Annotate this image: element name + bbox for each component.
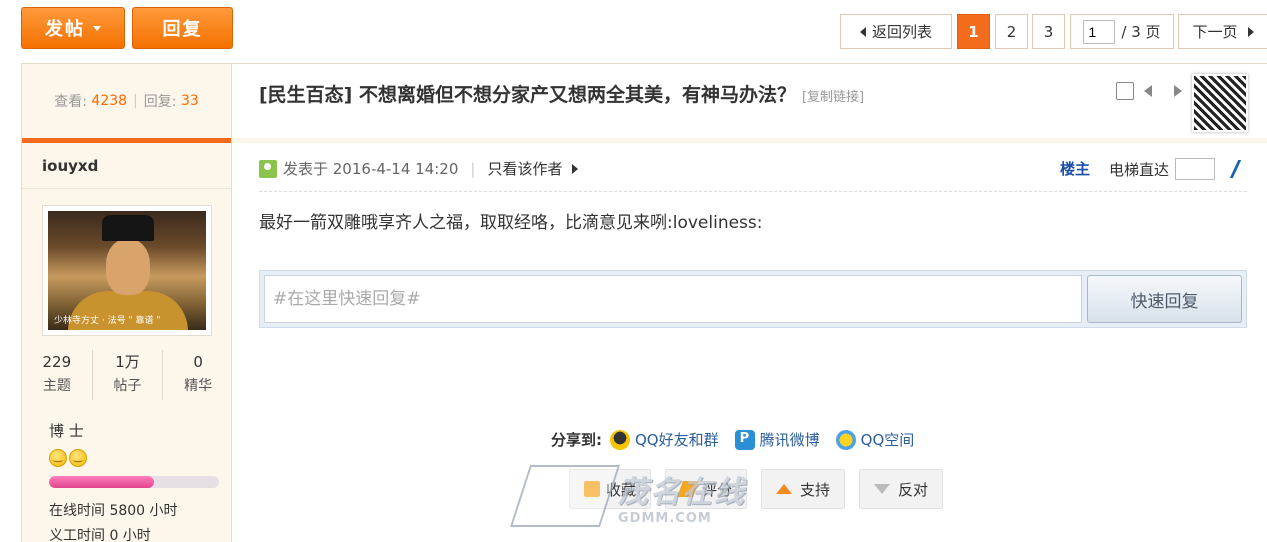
thread-tools (1116, 82, 1186, 100)
author-name[interactable]: iouyxd (22, 143, 231, 189)
quick-reply-button[interactable]: 快速回复 (1087, 275, 1242, 323)
smiley-icon: ‿ (69, 449, 87, 467)
back-to-list-button[interactable]: 返回列表 (840, 14, 952, 49)
post-main: [民生百态] 不想离婚但不想分家产又想两全其美，有神马办法？ [复制链接] 发表于… (232, 63, 1267, 542)
thumb-down-arrow-icon (874, 484, 891, 494)
chevron-down-icon (93, 25, 101, 31)
post-meta: 发表于 2016-4-14 14:20 | 只看该作者 (259, 158, 579, 179)
stat-topics[interactable]: 229 主题 (22, 350, 92, 400)
page-2-button[interactable]: 2 (995, 14, 1028, 49)
arrow-right-icon (572, 163, 579, 174)
prev-thread-icon[interactable] (1142, 82, 1160, 100)
oppose-button[interactable]: 反对 (859, 469, 944, 509)
print-icon[interactable] (1116, 82, 1134, 100)
copy-link[interactable]: [复制链接] (802, 90, 864, 105)
volunteer-time: 义工时间 0 小时 (49, 528, 151, 542)
qq-penguin-icon (610, 429, 630, 450)
rank-progress-bar (49, 476, 219, 488)
stat-digest[interactable]: 0 精华 (162, 350, 233, 400)
thread-header: [民生百态] 不想离婚但不想分家产又想两全其美，有神马办法？ [复制链接] (232, 63, 1267, 138)
views-count: 4238 (91, 93, 128, 109)
watermark-logo-icon (509, 465, 621, 527)
share-tencent-weibo[interactable]: 腾讯微博 (734, 429, 820, 450)
arrow-right-icon (1247, 26, 1254, 37)
stat-posts[interactable]: 1万 帖子 (91, 350, 163, 400)
page-jump: / 3 页 (1070, 14, 1174, 49)
page-3-button[interactable]: 3 (1032, 14, 1065, 49)
floor-label: 楼主 (1060, 160, 1091, 178)
floor-jump: 电梯直达 (1109, 158, 1242, 180)
avatar-image: 少林寺方丈 · 法号 " 靠谱 " (48, 211, 206, 330)
user-rank: 博 士 (49, 422, 84, 440)
share-bar: 分享到: QQ好友和群 腾讯微博 QQ空间 (551, 429, 930, 450)
online-status-icon (259, 159, 277, 178)
quick-reply-input[interactable]: #在这里快速回复# (264, 275, 1082, 323)
thread-title: [民生百态] 不想离婚但不想分家产又想两全其美，有神马办法？ [复制链接] (259, 84, 865, 106)
quick-reply-box: #在这里快速回复# 快速回复 (259, 270, 1247, 328)
replies-count: 33 (180, 93, 199, 109)
thread-stats: 查看: 4238 | 回复: 33 (22, 63, 231, 138)
reply-button[interactable]: 回复 (132, 7, 233, 49)
share-qq-friends[interactable]: QQ好友和群 (610, 429, 719, 450)
post-button[interactable]: 发帖 (21, 7, 125, 49)
floor-jump-input[interactable] (1175, 158, 1216, 180)
arrow-left-icon (859, 26, 866, 37)
support-button[interactable]: 支持 (761, 469, 846, 509)
next-thread-icon[interactable] (1168, 82, 1186, 100)
page-jump-input[interactable] (1083, 19, 1116, 44)
post-body: 最好一箭双雕哦享齐人之福，取取经咯，比滴意见来咧:loveliness: (259, 213, 763, 233)
next-page-button[interactable]: 下一页 (1178, 14, 1267, 49)
avatar[interactable]: 少林寺方丈 · 法号 " 靠谱 " (42, 205, 212, 336)
site-watermark: 茂名在线 GDMM.COM (509, 465, 746, 527)
smiley-icon: ‿ (49, 449, 67, 467)
page-1-button[interactable]: 1 (957, 14, 990, 49)
avatar-caption: 少林寺方丈 · 法号 " 靠谱 " (54, 316, 161, 326)
post-time: 发表于 2016-4-14 14:20 (283, 160, 459, 178)
rank-stars: ‿ ‿ (49, 449, 87, 467)
jump-icon[interactable] (1218, 160, 1242, 178)
thumb-up-arrow-icon (776, 484, 793, 494)
qr-code[interactable] (1192, 74, 1248, 132)
online-time: 在线时间 5800 小时 (49, 503, 178, 519)
qzone-star-icon (835, 429, 856, 450)
author-sidebar: 查看: 4238 | 回复: 33 iouyxd 少林寺方丈 · 法号 " 靠谱… (21, 63, 232, 542)
author-stats: 229 主题 1万 帖子 0 精华 (22, 350, 233, 400)
only-author-link[interactable]: 只看该作者 (487, 158, 562, 179)
share-qzone[interactable]: QQ空间 (835, 429, 914, 450)
tencent-weibo-icon (734, 429, 755, 450)
